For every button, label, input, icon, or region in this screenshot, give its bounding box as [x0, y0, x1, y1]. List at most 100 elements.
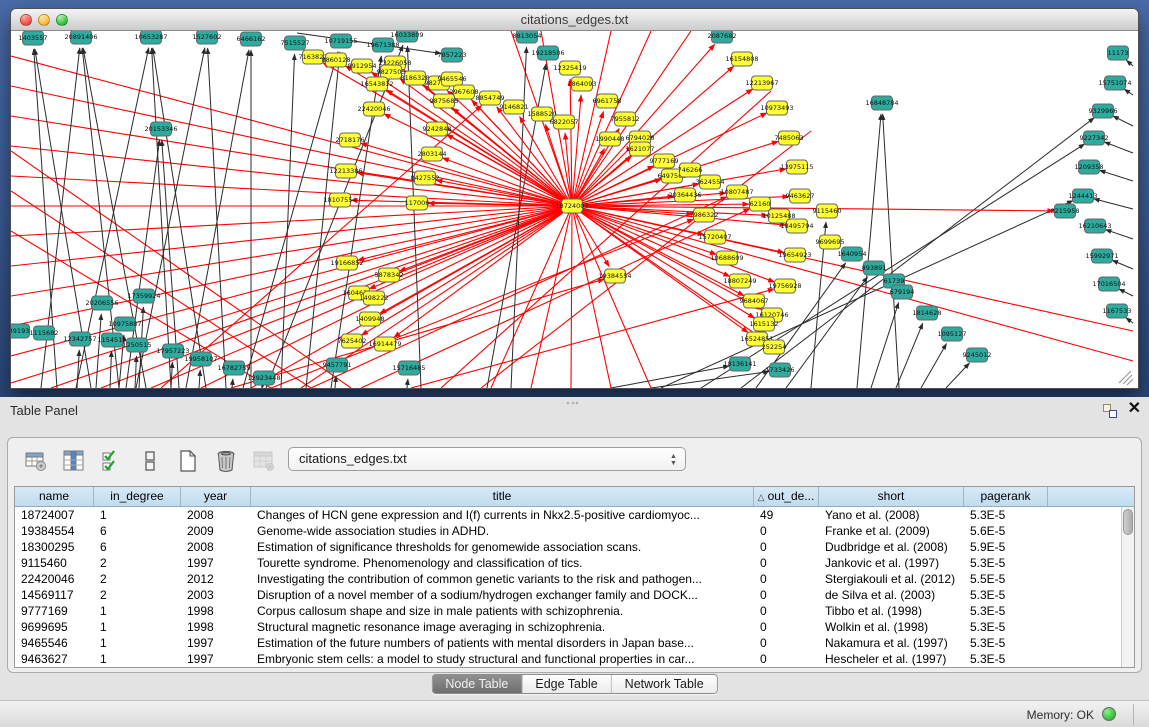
cell-name[interactable]: 9777169: [15, 603, 94, 619]
network-node[interactable]: 7625402: [338, 334, 367, 348]
network-window[interactable]: citations_edges.txt 18724007716382288601…: [10, 8, 1139, 389]
network-node[interactable]: 1615132: [750, 317, 779, 331]
network-node[interactable]: 5878342: [375, 268, 404, 282]
cell-title[interactable]: Investigating the contribution of common…: [251, 571, 754, 587]
column-header-year[interactable]: year: [181, 487, 251, 506]
cell-indegree[interactable]: 1: [94, 619, 181, 635]
close-panel-icon[interactable]: ✕: [1128, 400, 1141, 418]
network-node[interactable]: 1250515: [123, 338, 152, 352]
cell-pagerank[interactable]: 5.6E-5: [964, 523, 1048, 539]
network-node[interactable]: 679194: [890, 285, 915, 299]
network-node[interactable]: 16210643: [1078, 219, 1111, 233]
network-node[interactable]: 2718176: [336, 133, 365, 147]
network-node[interactable]: 9329966: [1089, 104, 1118, 118]
network-node[interactable]: 6466162: [237, 32, 266, 46]
table-row[interactable]: 911546021997Tourette syndrome. Phenomeno…: [15, 555, 1134, 571]
network-node[interactable]: 10973493: [760, 101, 793, 115]
network-node[interactable]: 2087682: [708, 31, 737, 43]
citation-edge-black[interactable]: [77, 350, 79, 388]
network-node[interactable]: 1095127: [938, 327, 967, 341]
network-node[interactable]: 1640954: [838, 247, 867, 261]
citation-edge-black[interactable]: [1126, 318, 1133, 323]
network-node[interactable]: 7986322: [690, 208, 719, 222]
cell-pagerank[interactable]: 5.3E-5: [964, 651, 1048, 667]
network-node[interactable]: 16848784: [865, 96, 898, 110]
network-node[interactable]: 9242848: [423, 122, 452, 136]
cell-short[interactable]: Nakamura et al. (1997): [819, 635, 964, 651]
cell-indegree[interactable]: 1: [94, 507, 181, 523]
table-vertical-scrollbar[interactable]: [1121, 507, 1134, 667]
network-node[interactable]: 22420046: [357, 102, 390, 116]
citation-edge-red[interactable]: [447, 134, 572, 206]
memory-ok-green-dot[interactable]: [1102, 707, 1116, 721]
table-row[interactable]: 2242004622012Investigating the contribut…: [15, 571, 1134, 587]
cell-pagerank[interactable]: 5.3E-5: [964, 635, 1048, 651]
cell-short[interactable]: Hescheler et al. (1997): [819, 651, 964, 667]
network-node[interactable]: 16543812: [360, 77, 393, 91]
cell-indegree[interactable]: 1: [94, 635, 181, 651]
network-node[interactable]: 9457791: [323, 358, 352, 372]
citation-edge-black[interactable]: [883, 114, 899, 388]
citation-edge-red[interactable]: [11, 146, 572, 206]
table-settings-icon[interactable]: [22, 448, 49, 475]
table-row[interactable]: 946554611997Estimation of the future num…: [15, 635, 1134, 651]
cell-name[interactable]: 18724007: [15, 507, 94, 523]
network-node[interactable]: 1527602: [193, 31, 222, 44]
column-header-short[interactable]: short: [819, 487, 964, 506]
citation-edge-red[interactable]: [572, 206, 611, 388]
network-node[interactable]: 18807249: [723, 274, 756, 288]
cell-outde[interactable]: 0: [754, 603, 819, 619]
citation-edge-black[interactable]: [896, 323, 923, 388]
network-node[interactable]: 12342757: [63, 332, 96, 346]
citation-edge-black[interactable]: [871, 302, 899, 388]
network-node[interactable]: 9684067: [740, 294, 769, 308]
cell-indegree[interactable]: 2: [94, 555, 181, 571]
cell-short[interactable]: Dudbridge et al. (2008): [819, 539, 964, 555]
citation-edge-black[interactable]: [1104, 142, 1133, 153]
citation-edge-black[interactable]: [1126, 60, 1133, 66]
cell-name[interactable]: 14569117: [15, 587, 94, 603]
citation-edge-black[interactable]: [1112, 260, 1133, 269]
cell-short[interactable]: Jankovic et al. (1997): [819, 555, 964, 571]
cell-year[interactable]: 1998: [181, 603, 251, 619]
cell-indegree[interactable]: 6: [94, 523, 181, 539]
network-node[interactable]: 62160: [750, 197, 771, 211]
network-node[interactable]: 10688609: [710, 251, 743, 265]
citation-edge-black[interactable]: [946, 363, 969, 388]
column-header-outde[interactable]: △out_de...: [754, 487, 819, 506]
network-node[interactable]: 9227342: [1080, 131, 1109, 145]
new-table-icon[interactable]: [174, 448, 201, 475]
network-node[interactable]: 1864093: [568, 77, 597, 91]
network-node[interactable]: 9146821: [500, 100, 529, 114]
citation-edge-red[interactable]: [571, 206, 572, 388]
cell-name[interactable]: 9699695: [15, 619, 94, 635]
network-node[interactable]: 1403557: [19, 31, 48, 45]
cell-year[interactable]: 1997: [181, 651, 251, 667]
cell-outde[interactable]: 0: [754, 539, 819, 555]
cell-pagerank[interactable]: 5.3E-5: [964, 587, 1048, 603]
cell-pagerank[interactable]: 5.9E-5: [964, 539, 1048, 555]
network-node[interactable]: 10653287: [134, 31, 167, 44]
citation-edge-black[interactable]: [786, 277, 867, 388]
show-column-icon[interactable]: [60, 448, 87, 475]
citation-edge-black[interactable]: [153, 48, 206, 388]
network-node[interactable]: 1498222: [360, 291, 389, 305]
citation-edge-red[interactable]: [11, 206, 572, 296]
network-node[interactable]: 8813054: [513, 31, 542, 43]
cell-name[interactable]: 19384554: [15, 523, 94, 539]
cell-outde[interactable]: 0: [754, 555, 819, 571]
column-header-name[interactable]: name: [15, 487, 94, 506]
network-node[interactable]: 9875685: [430, 94, 459, 108]
citation-edge-black[interactable]: [135, 356, 136, 388]
network-node[interactable]: 18495794: [780, 219, 813, 233]
network-node[interactable]: 19218506: [531, 46, 564, 60]
table-row[interactable]: 1938455462009Genome-wide association stu…: [15, 523, 1134, 539]
cell-name[interactable]: 9115460: [15, 555, 94, 571]
cell-name[interactable]: 18300295: [15, 539, 94, 555]
network-node[interactable]: 9463627: [786, 189, 815, 203]
citation-edge-red[interactable]: [11, 206, 572, 236]
cell-title[interactable]: Estimation of significance thresholds fo…: [251, 539, 754, 555]
cell-indegree[interactable]: 1: [94, 603, 181, 619]
network-node[interactable]: 12213386: [329, 164, 362, 178]
network-node[interactable]: 19384554: [598, 269, 631, 283]
